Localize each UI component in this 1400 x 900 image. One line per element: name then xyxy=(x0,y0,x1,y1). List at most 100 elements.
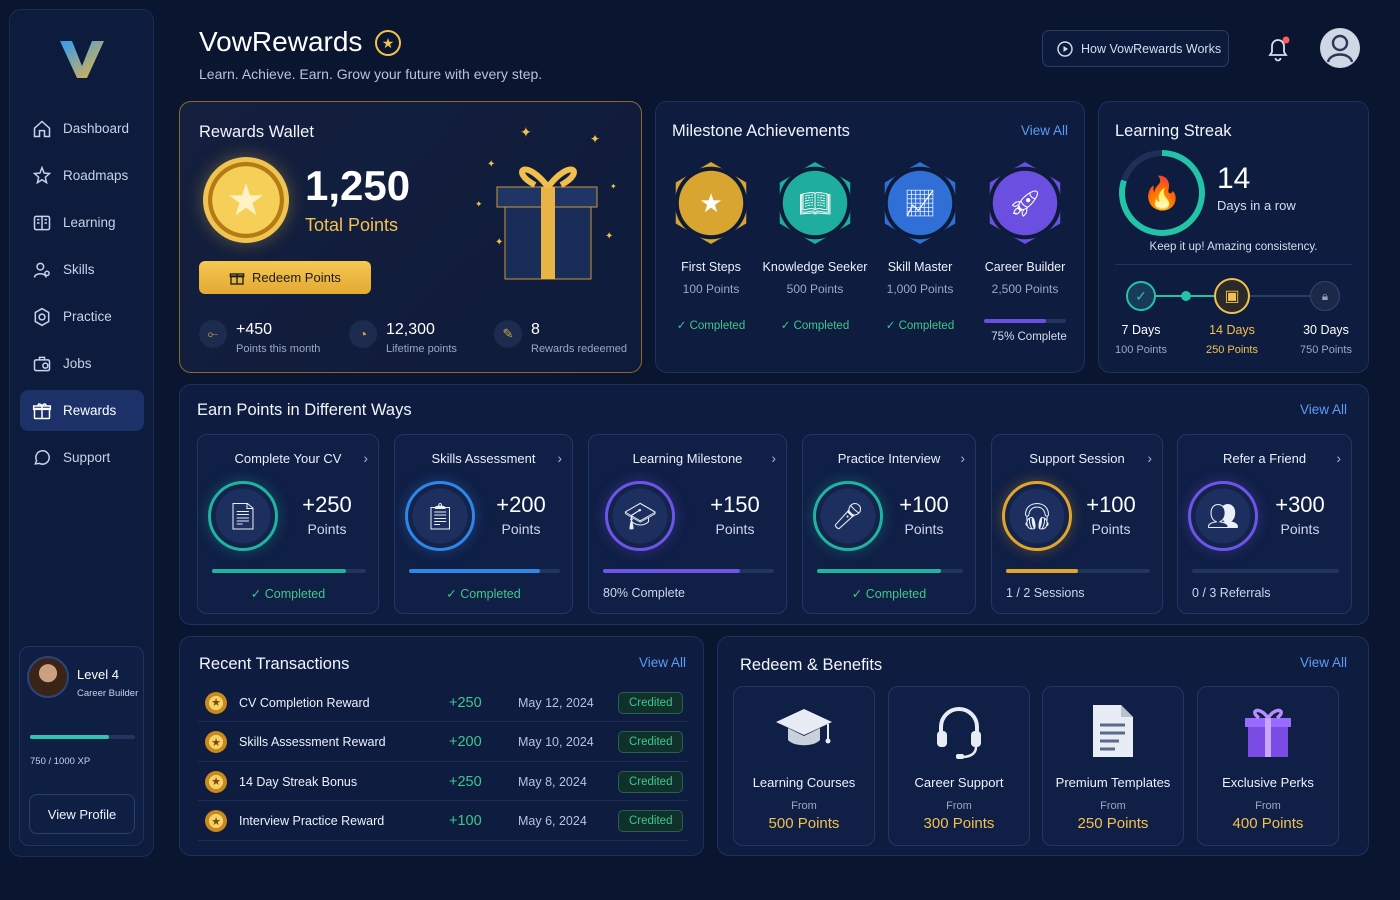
book-badge-icon: 📖︎ xyxy=(779,162,851,244)
milestones-card: Milestone Achievements View All ★ First S… xyxy=(655,101,1085,373)
earn-status-text: 0 / 3 Referrals xyxy=(1192,586,1271,600)
redeem-card[interactable]: Learning Courses From 500 Points xyxy=(733,686,875,846)
clipboard-icon: 📋︎ xyxy=(405,481,475,551)
streak-step-points: 250 Points xyxy=(1206,344,1258,356)
milestone-name: Skill Master xyxy=(887,260,953,274)
earn-status-text: ✓ Completed xyxy=(250,587,326,601)
earn-card[interactable]: Skills Assessment › 📋︎ +200 Points ✓ Com… xyxy=(394,434,573,614)
streak-step-points: 100 Points xyxy=(1115,344,1167,356)
tx-date: May 12, 2024 xyxy=(518,695,594,710)
earn-card-title: Skills Assessment xyxy=(431,451,536,466)
transactions-view-all-link[interactable]: View All xyxy=(639,655,686,670)
sidebar-item-learning[interactable]: Learning xyxy=(20,202,144,243)
coin-icon: ★ xyxy=(205,770,227,793)
table-row[interactable]: ★ Skills Assessment Reward +200 May 10, … xyxy=(198,724,688,762)
tx-amount: +200 xyxy=(449,734,482,750)
target-icon xyxy=(34,307,50,326)
tx-name: CV Completion Reward xyxy=(239,695,370,710)
redeem-icon-wrap xyxy=(1198,703,1338,759)
earn-points-unit: Points xyxy=(1280,521,1320,537)
redeem-points: 500 Points xyxy=(768,815,840,832)
sidebar-item-roadmaps[interactable]: Roadmaps xyxy=(20,155,144,196)
earn-card[interactable]: Support Session › 🎧︎ +100 Points 1 / 2 S… xyxy=(991,434,1163,614)
earn-card-title: Learning Milestone xyxy=(632,451,743,466)
earn-card-title: Refer a Friend xyxy=(1222,451,1307,466)
milestones-view-all-link[interactable]: View All xyxy=(1021,123,1068,138)
redeem-card[interactable]: Exclusive Perks From 400 Points xyxy=(1197,686,1339,846)
chevron-right-icon: › xyxy=(1336,450,1341,466)
svg-text:✦: ✦ xyxy=(610,182,617,191)
redeem-points-button[interactable]: Redeem Points xyxy=(199,261,371,294)
redeem-icon-wrap xyxy=(1043,703,1183,759)
milestone-name: First Steps xyxy=(681,260,741,274)
earn-points: +150 xyxy=(710,492,760,517)
earn-status: 80% Complete xyxy=(589,586,786,600)
lock-icon: 🔒︎ xyxy=(1310,281,1340,311)
microphone-icon: 🎤︎ xyxy=(813,481,883,551)
total-points-label: Total Points xyxy=(305,215,399,235)
earn-card[interactable]: Learning Milestone › 🎓︎ +150 Points 80% … xyxy=(588,434,787,614)
sidebar-item-label: Learning xyxy=(63,215,116,230)
sidebar-item-skills[interactable]: Skills xyxy=(20,249,144,290)
milestone-points: 2,500 Points xyxy=(991,282,1059,296)
earn-card[interactable]: Refer a Friend › 👥︎ +300 Points 0 / 3 Re… xyxy=(1177,434,1352,614)
sidebar: Dashboard Roadmaps Learning Skills Pract… xyxy=(9,9,154,857)
table-row[interactable]: ★ CV Completion Reward +250 May 12, 2024… xyxy=(198,684,688,722)
profile-level: Level 4 xyxy=(77,667,119,682)
stat-label: Lifetime points xyxy=(386,343,457,355)
earn-status: ✓ Completed xyxy=(803,586,975,601)
wallet-title: Rewards Wallet xyxy=(199,123,314,141)
sidebar-item-label: Skills xyxy=(63,262,95,277)
transactions-card: Recent Transactions View All ★ CV Comple… xyxy=(179,636,704,856)
how-it-works-button[interactable]: How VowRewards Works xyxy=(1042,30,1229,67)
milestone-name: Career Builder xyxy=(984,260,1066,274)
star-path-icon xyxy=(32,165,52,184)
sidebar-item-jobs[interactable]: Jobs xyxy=(20,343,144,384)
sidebar-item-support[interactable]: Support xyxy=(20,437,144,478)
redeem-card[interactable]: Premium Templates From 250 Points xyxy=(1042,686,1184,846)
graduation-cap-icon: 🎓︎ xyxy=(605,481,675,551)
streak-title: Learning Streak xyxy=(1115,122,1232,140)
redeem-benefits-card: Redeem & Benefits View All Learning Cour… xyxy=(717,636,1369,856)
redeem-points: 250 Points xyxy=(1077,815,1149,832)
tx-date: May 8, 2024 xyxy=(518,774,587,789)
sidebar-item-dashboard[interactable]: Dashboard xyxy=(20,108,144,149)
earn-progress-bar xyxy=(817,569,963,573)
tx-name: Skills Assessment Reward xyxy=(239,735,386,749)
redeem-from-label: From xyxy=(946,800,972,812)
total-points-value: 1,250 xyxy=(305,162,411,209)
sidebar-item-practice[interactable]: Practice xyxy=(20,296,144,337)
earn-title: Earn Points in Different Ways xyxy=(197,401,412,419)
earn-card[interactable]: Complete Your CV › 📄︎ +250 Points ✓ Comp… xyxy=(197,434,379,614)
page-title: VowRewards xyxy=(199,26,363,57)
status-badge: Credited xyxy=(618,770,684,793)
redeem-view-all-link[interactable]: View All xyxy=(1300,655,1347,670)
chevron-right-icon: › xyxy=(1147,450,1152,466)
bell-icon[interactable] xyxy=(1265,35,1291,63)
chat-icon xyxy=(34,449,50,465)
tx-date: May 10, 2024 xyxy=(518,735,594,749)
gift-milestone-icon: ▣ xyxy=(1214,278,1250,314)
redeem-card[interactable]: Career Support From 300 Points xyxy=(888,686,1030,846)
view-profile-button[interactable]: View Profile xyxy=(29,794,135,834)
earn-view-all-link[interactable]: View All xyxy=(1300,402,1347,417)
sidebar-item-rewards[interactable]: Rewards xyxy=(20,390,144,431)
earn-status-text: 80% Complete xyxy=(603,586,685,600)
divider xyxy=(1115,264,1352,265)
milestone-points: 500 Points xyxy=(786,282,844,296)
table-row[interactable]: ★ Interview Practice Reward +100 May 6, … xyxy=(198,803,688,841)
clock-icon: ◔ xyxy=(349,320,377,348)
status-badge: Credited xyxy=(618,810,684,832)
streak-step-days: 30 Days xyxy=(1303,323,1349,337)
milestone-name: Knowledge Seeker xyxy=(762,260,868,274)
table-row[interactable]: ★ 14 Day Streak Bonus +250 May 8, 2024 C… xyxy=(198,763,688,801)
chevron-right-icon: › xyxy=(363,450,368,466)
earn-status: 0 / 3 Referrals xyxy=(1178,586,1351,600)
earn-card[interactable]: Practice Interview › 🎤︎ +100 Points ✓ Co… xyxy=(802,434,976,614)
streak-days: 14 xyxy=(1217,162,1251,195)
earn-points-card: Earn Points in Different Ways View All C… xyxy=(179,384,1369,625)
streak-ring: 🔥 xyxy=(1119,150,1205,236)
user-avatar-button[interactable] xyxy=(1320,28,1360,68)
stat-value: 8 xyxy=(531,321,540,338)
streak-step-points: 750 Points xyxy=(1300,344,1352,356)
